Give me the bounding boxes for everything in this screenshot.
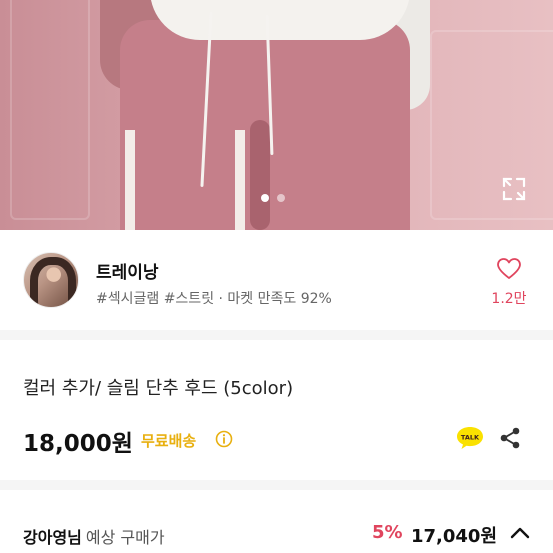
model-shirt [150,0,410,40]
expected-price-caption: 예상 구매가 [85,528,165,547]
product-photo[interactable] [0,0,553,230]
wall-panel [430,30,553,220]
product-price: 18,000원 [23,431,133,457]
carousel-dot-active[interactable] [261,194,269,202]
avatar-hair [30,257,76,307]
shop-name[interactable]: 트레이낭 [96,258,159,283]
chevron-up-icon[interactable] [509,524,531,542]
free-shipping-badge: 무료배송 [141,432,197,450]
like-count: 1.2만 [491,291,527,307]
product-title: 컬러 추가/ 슬림 단추 후드 (5color) [23,378,294,399]
talk-label: TALK [461,433,480,441]
info-icon[interactable] [215,430,233,448]
shop-tags: #섹시글램 #스트릿 · 마켓 만족도 92% [96,291,332,307]
expand-icon[interactable] [501,176,527,202]
section-divider [0,480,553,490]
carousel-dot[interactable] [277,194,285,202]
buyer-name: 강아영님 [23,528,82,547]
heart-icon[interactable] [497,258,521,280]
pants-stripe [235,130,245,230]
final-price: 17,040원 [411,526,498,547]
share-icon[interactable] [498,426,522,450]
wall-panel [10,0,90,220]
talk-icon[interactable]: TALK [455,425,485,451]
pants-stripe [125,130,135,230]
discount-rate: 5% [372,522,403,543]
shop-row[interactable]: 트레이낭 #섹시글램 #스트릿 · 마켓 만족도 92% 1.2만 [0,230,553,330]
section-divider [0,330,553,340]
pants-seam [250,120,270,230]
expected-price-label: 강아영님 예상 구매가 [23,524,165,548]
carousel-indicator [261,194,285,202]
shop-avatar[interactable] [23,252,79,308]
